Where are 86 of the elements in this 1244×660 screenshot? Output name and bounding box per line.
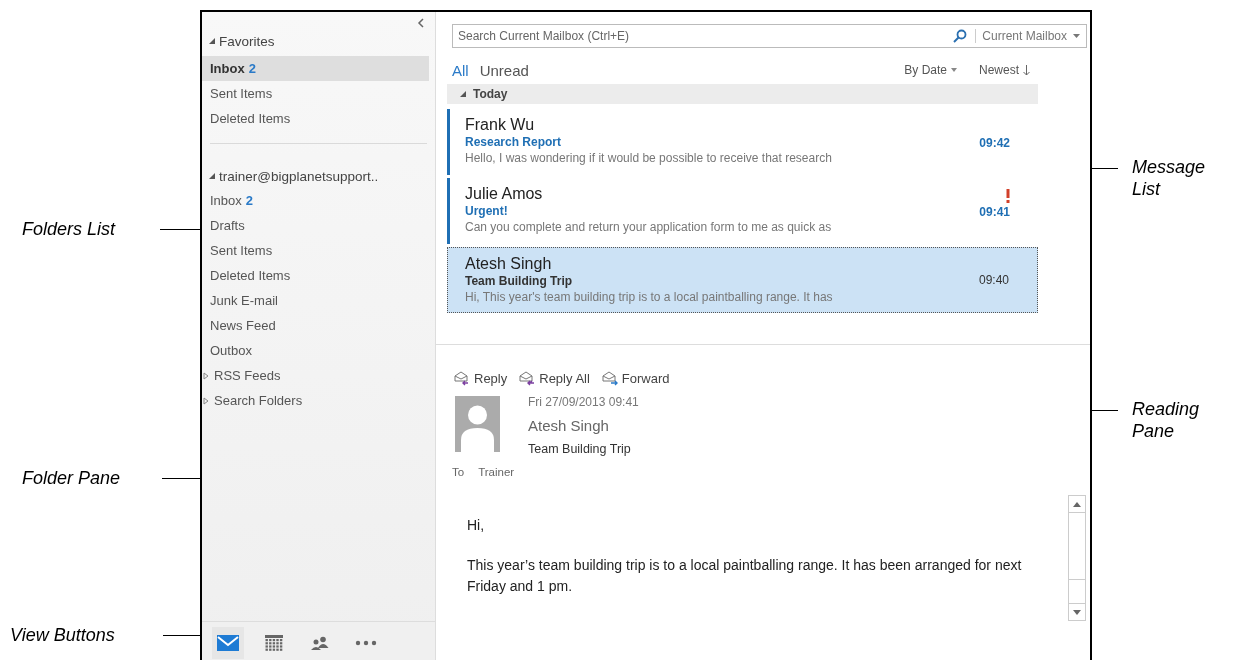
folder-item[interactable]: Deleted Items: [202, 263, 429, 288]
message-sender: Julie Amos: [465, 184, 544, 203]
expand-icon[interactable]: [208, 37, 216, 45]
collapse-icon[interactable]: [417, 18, 425, 28]
folder-label: Inbox: [210, 61, 245, 76]
scrollbar[interactable]: [1068, 495, 1086, 621]
message-sender: Atesh Singh: [465, 254, 553, 273]
folder-item[interactable]: RSS Feeds: [202, 363, 429, 388]
folder-label: Search Folders: [214, 393, 303, 408]
section-header[interactable]: trainer@bigplanetsupport..: [219, 168, 379, 184]
search-icon[interactable]: [953, 29, 968, 43]
message-subject: Urgent!: [465, 203, 509, 219]
body-paragraph: Hi,: [467, 516, 486, 535]
message-preview: Hello, I was wondering if it would be possible to receive that research: [465, 150, 833, 166]
message-time: 09:42: [979, 136, 1010, 150]
unread-count: 2: [248, 61, 256, 76]
message-subject: Team Building Trip: [465, 273, 574, 289]
message-sender: Frank Wu: [465, 115, 536, 134]
folder-label: Deleted Items: [210, 268, 291, 283]
message-time: 09:40: [978, 273, 1009, 287]
action-button[interactable]: Reply All: [519, 370, 590, 386]
sort-order[interactable]: Newest: [979, 63, 1019, 77]
people-icon: [311, 636, 329, 650]
envelope-icon: [601, 370, 619, 386]
message-item[interactable]: Atesh Singh Team Building Trip Hi, This year's team building trip is to a local paintballing range. It has 09:40: [447, 247, 1038, 313]
scroll-up-icon[interactable]: [1073, 501, 1081, 507]
folder-item[interactable]: Sent Items: [202, 81, 429, 106]
sender-name: Atesh Singh: [528, 416, 610, 436]
unread-count: 2: [245, 193, 254, 208]
folder-item[interactable]: Drafts: [202, 213, 429, 238]
expand-icon[interactable]: [459, 90, 467, 98]
calendar-icon: [265, 635, 283, 651]
message-item[interactable]: Julie Amos Urgent! Can you complete and return your application form to me as quick as 09:41: [447, 178, 1038, 244]
folder-item[interactable]: Search Folders: [202, 388, 429, 413]
arrow-down-icon[interactable]: [1023, 64, 1030, 76]
to-label: To: [452, 466, 465, 478]
action-button[interactable]: Forward: [601, 370, 670, 386]
view-button[interactable]: [212, 627, 244, 659]
folder-item[interactable]: Deleted Items: [202, 106, 429, 131]
folder-item[interactable]: Outbox: [202, 338, 429, 363]
folder-item[interactable]: Inbox 2: [202, 56, 429, 81]
folder-label: Sent Items: [210, 243, 273, 258]
group-header[interactable]: Today: [447, 84, 1038, 104]
dropdown-icon[interactable]: [951, 68, 957, 72]
dropdown-icon[interactable]: [1073, 34, 1080, 38]
message-subject: Research Report: [465, 134, 563, 150]
folder-item[interactable]: Junk E-mail: [202, 288, 429, 313]
envelope-icon: [454, 370, 471, 386]
callout-label: Folders List: [22, 218, 116, 240]
folder-label: Drafts: [210, 218, 245, 233]
folder-label: RSS Feeds: [214, 368, 281, 383]
recipient: Trainer: [478, 466, 515, 478]
filter-tab[interactable]: Unread: [479, 61, 529, 79]
callout-label: Message List: [1132, 156, 1207, 200]
body-paragraph: This year’s team building trip is to a local paintballing range. It has been arranged for next Friday and 1 pm.: [467, 556, 1023, 596]
avatar-icon: [455, 396, 500, 452]
filter-tab[interactable]: All: [452, 61, 469, 79]
folder-item[interactable]: Sent Items: [202, 238, 429, 263]
message-subject: Team Building Trip: [528, 441, 632, 457]
group-label: Today: [473, 87, 508, 101]
callout-label: Folder Pane: [22, 467, 121, 489]
expand-icon[interactable]: [208, 172, 216, 180]
message-preview: Hi, This year's team building trip is to a local paintballing range. It has: [465, 289, 834, 305]
folder-label: Junk E-mail: [210, 293, 278, 308]
folder-label: Outbox: [210, 343, 252, 358]
folder-label: Sent Items: [210, 86, 273, 101]
message-time: 09:41: [979, 205, 1010, 219]
folder-label: News Feed: [210, 318, 276, 333]
section-header[interactable]: Favorites: [219, 33, 275, 49]
message-item[interactable]: Frank Wu Research Report Hello, I was wondering if it would be possible to receive that research 09:42: [447, 109, 1038, 175]
folder-label: Deleted Items: [210, 111, 291, 126]
callout-label: View Buttons: [10, 624, 115, 646]
callout-label: Reading Pane: [1132, 398, 1201, 442]
sort-by[interactable]: By Date: [904, 63, 947, 77]
scroll-down-icon[interactable]: [1073, 609, 1081, 615]
action-button[interactable]: Reply: [454, 370, 508, 386]
folder-item[interactable]: Inbox 2: [202, 188, 429, 213]
envelope-icon: [519, 370, 537, 386]
more-icon: [355, 640, 377, 646]
scope-label[interactable]: Current Mailbox: [982, 29, 1067, 43]
message-date: Fri 27/09/2013 09:41: [528, 394, 639, 410]
message-preview: Can you complete and return your application form to me as quick as: [465, 219, 833, 235]
search-field[interactable]: Search Current Mailbox (Ctrl+E) Current Mailbox: [452, 24, 1087, 48]
folder-label: Inbox: [210, 193, 242, 208]
folder-item[interactable]: News Feed: [202, 313, 429, 338]
mail-icon: [217, 635, 239, 651]
